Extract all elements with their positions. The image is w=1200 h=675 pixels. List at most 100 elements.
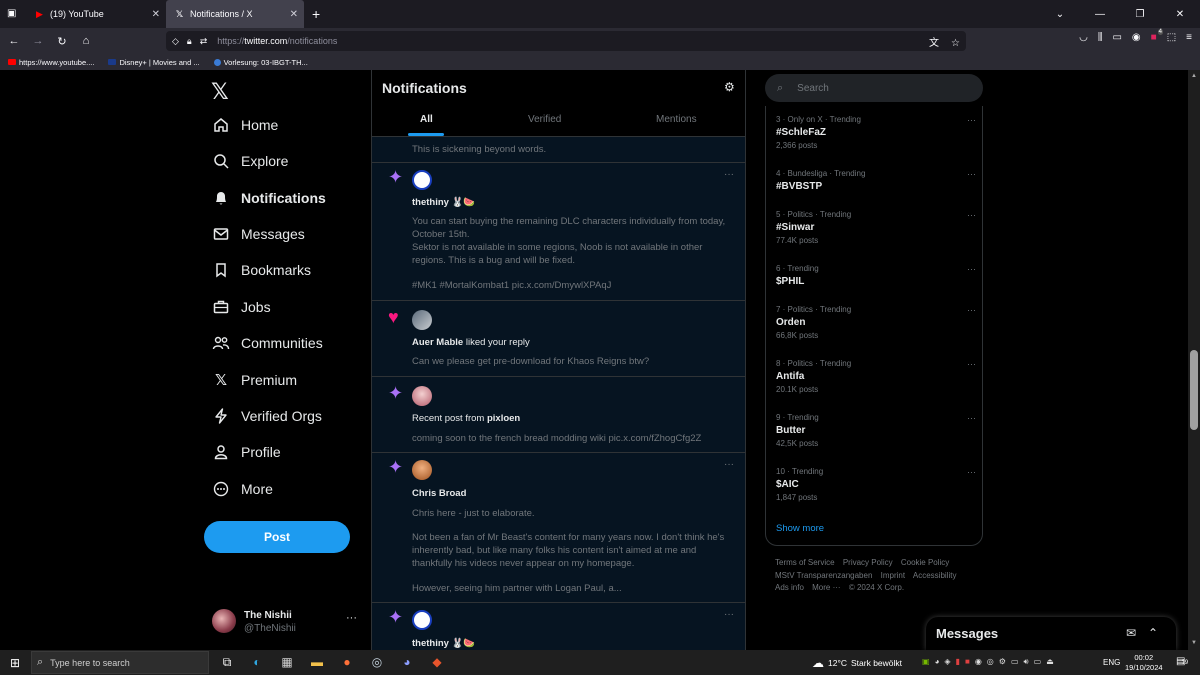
taskbar-search[interactable]: ⌕ Type here to search (31, 651, 209, 674)
footer-link[interactable]: Imprint (881, 571, 905, 580)
close-icon[interactable]: ✕ (152, 9, 160, 20)
more-icon[interactable]: ··· (724, 609, 734, 620)
tab-verified[interactable]: Verified (528, 114, 561, 125)
restore-icon[interactable]: ❐ (1120, 0, 1160, 28)
close-icon[interactable]: ✕ (1160, 0, 1200, 28)
sidebar-item-premium[interactable]: 𝕏 Premium (212, 365, 297, 395)
close-icon[interactable]: ✕ (290, 9, 298, 20)
url-bar[interactable]: ◇ 🔒︎ ⇄ https://twitter.com/notifications… (166, 31, 966, 51)
sidebar-item-bookmarks[interactable]: Bookmarks (212, 255, 311, 285)
sidebar-item-communities[interactable]: Communities (212, 328, 323, 358)
notification-item[interactable]: ♥ Auer Mable liked your reply Can we ple… (372, 301, 745, 377)
notification-item[interactable]: ✦ ··· thethiny 🐰🍉 You can start buying t… (372, 163, 745, 301)
translate-icon[interactable]: 文 (929, 38, 939, 49)
extensions-icon[interactable]: ⬚ (1167, 32, 1176, 43)
search-input[interactable]: ⌕ Search (765, 74, 983, 102)
steam-tray-icon[interactable]: ◎ (987, 657, 994, 667)
tab-all[interactable]: All (420, 114, 433, 125)
discord-app-icon[interactable]: ◕ (398, 653, 416, 671)
author-name[interactable]: thethiny 🐰🍉 (412, 637, 732, 650)
more-icon[interactable]: ··· (967, 115, 976, 125)
more-icon[interactable]: ··· (967, 264, 976, 274)
permissions-icon[interactable]: ⇄ (200, 36, 208, 47)
trend-item[interactable]: 3 · Only on X · Trending #SchleFaZ 2,366… (776, 115, 976, 150)
sidebar-item-explore[interactable]: Explore (212, 146, 288, 176)
trend-item[interactable]: 10 · Trending $AIC 1,847 posts ··· (776, 467, 976, 502)
author-name[interactable]: Chris Broad (412, 487, 732, 500)
clock[interactable]: 00:02 19/10/2024 (1125, 653, 1163, 673)
sidebar-item-verified-orgs[interactable]: Verified Orgs (212, 401, 322, 431)
nvidia-icon[interactable]: ▣ (922, 657, 930, 667)
trend-item[interactable]: 7 · Politics · Trending Orden 66,8K post… (776, 305, 976, 340)
scroll-up-icon[interactable]: ▲ (1191, 73, 1197, 79)
messages-drawer[interactable]: Messages ✉ ⌃ (926, 617, 1176, 650)
trend-item[interactable]: 4 · Bundesliga · Trending #BVBSTP ··· (776, 169, 976, 192)
footer-link[interactable]: Accessibility (913, 571, 957, 580)
tray-icon[interactable]: ◉ (975, 657, 982, 667)
tray-icon[interactable]: ▮ (956, 657, 960, 667)
show-more-link[interactable]: Show more (776, 523, 824, 534)
notification-item[interactable]: ✦ Recent post from pixloen coming soon t… (372, 377, 745, 453)
trend-item[interactable]: 6 · Trending $PHIL ··· (776, 264, 976, 287)
menu-icon[interactable]: ≡ (1186, 32, 1192, 43)
footer-link[interactable]: MStV Transparenzangaben (775, 571, 872, 580)
notification-item[interactable]: ✦ ··· thethiny 🐰🍉 (372, 603, 745, 650)
trend-item[interactable]: 9 · Trending Butter 42,5K posts ··· (776, 413, 976, 448)
task-view-icon[interactable]: ⧉ (218, 653, 236, 671)
more-icon[interactable]: ··· (724, 169, 734, 180)
edge-icon[interactable]: ◐ (248, 653, 266, 671)
footer-link[interactable]: Cookie Policy (901, 558, 949, 567)
sidebar-icon[interactable]: ▭ (1112, 32, 1121, 43)
more-icon[interactable]: ··· (967, 305, 976, 315)
trend-item[interactable]: 8 · Politics · Trending Antifa 20.1K pos… (776, 359, 976, 394)
notification-item[interactable]: This is sickening beyond words. (372, 137, 745, 163)
chevron-up-icon[interactable]: ⌃ (1148, 626, 1158, 640)
network-icon[interactable]: ▭ (1034, 657, 1042, 667)
sidebar-item-messages[interactable]: Messages (212, 219, 305, 249)
chevron-down-icon[interactable]: ⌄ (1040, 0, 1080, 28)
author-name[interactable]: thethiny 🐰🍉 (412, 196, 732, 209)
x-logo-icon[interactable]: 𝕏 (211, 79, 229, 105)
volume-icon[interactable]: 🔊︎ (1024, 657, 1029, 667)
page-scrollbar[interactable]: ▲ ▼ (1188, 70, 1200, 650)
user-name[interactable]: pixloen (487, 413, 520, 424)
scroll-down-icon[interactable]: ▼ (1191, 640, 1197, 646)
tray-icon[interactable]: ⚙ (999, 657, 1006, 667)
notification-center-icon[interactable]: ▤19 (1176, 656, 1188, 667)
app-icon[interactable]: ◆ (428, 653, 446, 671)
firefox-icon[interactable]: ● (338, 653, 356, 671)
language-indicator[interactable]: ENG (1103, 658, 1120, 667)
footer-link[interactable]: More ··· (812, 583, 840, 592)
star-icon[interactable]: ☆ (951, 38, 960, 49)
forward-icon[interactable]: → (28, 35, 48, 47)
post-button[interactable]: Post (204, 521, 350, 553)
eject-icon[interactable]: ⏏ (1046, 657, 1054, 667)
gear-icon[interactable]: ⚙ (724, 80, 735, 94)
tray-icon[interactable]: ■ (965, 657, 970, 667)
notification-item[interactable]: ✦ ··· Chris Broad Chris here - just to e… (372, 453, 745, 603)
footer-link[interactable]: Terms of Service (775, 558, 835, 567)
more-icon[interactable]: ··· (967, 359, 976, 369)
account-icon[interactable]: ◉ (1132, 32, 1141, 43)
sidebar-item-home[interactable]: Home (212, 110, 278, 140)
reload-icon[interactable]: ↻ (52, 35, 72, 48)
trend-item[interactable]: 5 · Politics · Trending #Sinwar 77.4K po… (776, 210, 976, 245)
library-icon[interactable]: ⫼ (1098, 32, 1103, 43)
scrollbar-thumb[interactable] (1190, 350, 1198, 430)
sidebar-item-notifications[interactable]: Notifications (212, 183, 326, 213)
pocket-icon[interactable]: ◡ (1079, 32, 1088, 43)
tab-youtube[interactable]: ▶ (19) YouTube ✕ (26, 0, 166, 28)
store-icon[interactable]: ▦ (278, 653, 296, 671)
more-icon[interactable]: ··· (967, 169, 976, 179)
tray-icon[interactable]: ◈ (944, 657, 950, 667)
footer-link[interactable]: Ads info (775, 583, 804, 592)
footer-link[interactable]: Privacy Policy (843, 558, 893, 567)
tab-list-icon[interactable]: ▣ (7, 8, 16, 19)
shield-icon[interactable]: ◇ (172, 36, 179, 47)
sidebar-item-jobs[interactable]: Jobs (212, 292, 271, 322)
more-icon[interactable]: ··· (967, 467, 976, 477)
lock-icon[interactable]: 🔒︎ (187, 36, 192, 47)
weather-widget[interactable]: ☁ 12°C Stark bewölkt (812, 650, 902, 675)
bookmark-vorlesung[interactable]: Vorlesung: 03-IBGT-TH... (213, 58, 308, 67)
new-message-icon[interactable]: ✉ (1126, 626, 1136, 640)
